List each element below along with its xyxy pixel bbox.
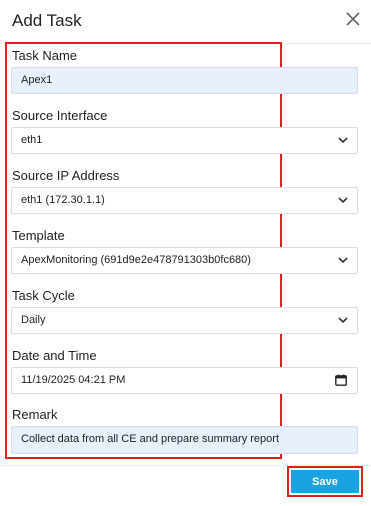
source-ip-label: Source IP Address <box>12 168 120 183</box>
remark-label: Remark <box>12 407 58 422</box>
dialog-title: Add Task <box>12 11 82 30</box>
template-select[interactable]: ApexMonitoring (691d9e2e478791303b0fc680… <box>11 247 358 274</box>
task-name-input[interactable]: Apex1 <box>11 67 358 94</box>
date-time-input[interactable]: 11/19/2025 04:21 PM <box>11 367 358 394</box>
task-name-value: Apex1 <box>21 74 53 86</box>
template-value: ApexMonitoring (691d9e2e478791303b0fc680… <box>21 254 251 266</box>
chevron-down-icon <box>338 197 348 204</box>
calendar-icon[interactable] <box>335 374 347 386</box>
source-interface-label: Source Interface <box>12 108 108 123</box>
remark-input[interactable]: Collect data from all CE and prepare sum… <box>11 426 358 454</box>
date-time-value: 11/19/2025 04:21 PM <box>21 374 126 386</box>
remark-value: Collect data from all CE and prepare sum… <box>21 433 279 445</box>
source-ip-value: eth1 (172.30.1.1) <box>21 194 105 206</box>
save-button-highlight: Save <box>287 466 363 497</box>
task-cycle-label: Task Cycle <box>12 288 75 303</box>
source-interface-value: eth1 <box>21 134 43 146</box>
source-ip-select[interactable]: eth1 (172.30.1.1) <box>11 187 358 214</box>
save-button[interactable]: Save <box>291 470 359 493</box>
task-name-label: Task Name <box>12 48 78 63</box>
source-interface-select[interactable]: eth1 <box>11 127 358 154</box>
dialog-header: Add Task <box>0 0 371 44</box>
task-cycle-value: Daily <box>21 314 46 326</box>
date-time-label: Date and Time <box>12 348 97 363</box>
close-icon[interactable] <box>344 10 362 28</box>
template-label: Template <box>12 228 65 243</box>
chevron-down-icon <box>338 137 348 144</box>
chevron-down-icon <box>338 317 348 324</box>
task-cycle-select[interactable]: Daily <box>11 307 358 334</box>
chevron-down-icon <box>338 257 348 264</box>
